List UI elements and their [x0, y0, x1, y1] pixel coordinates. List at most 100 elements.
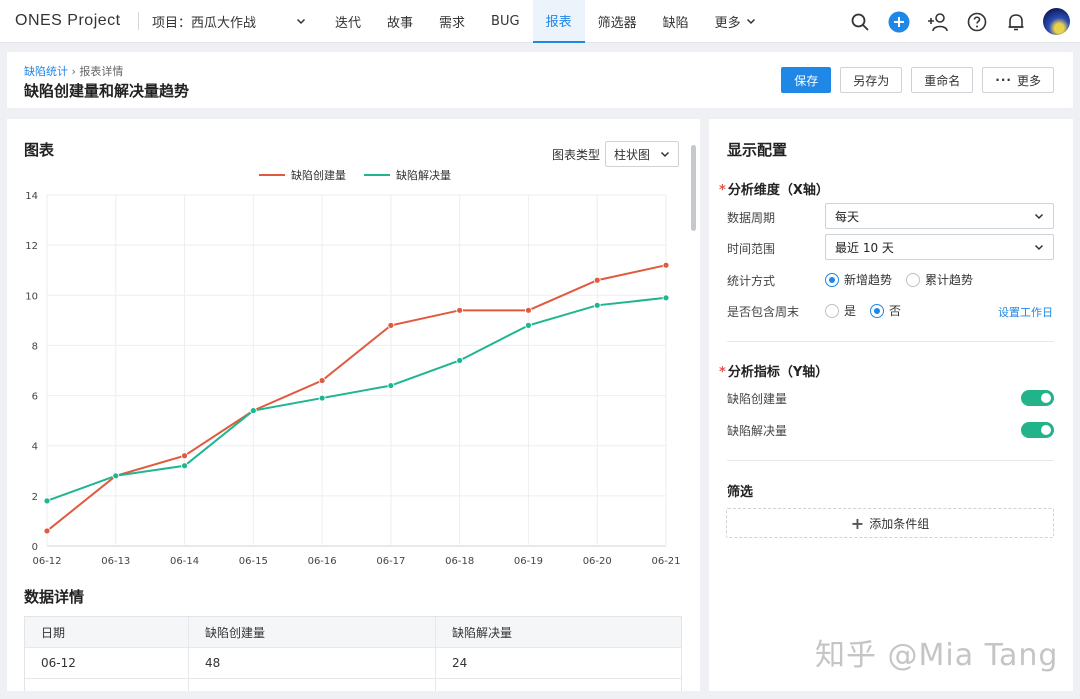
filter-section: 筛选: [727, 485, 754, 500]
method-cumulative-label: 累计趋势: [925, 273, 974, 287]
chart-type-select[interactable]: 柱状图: [605, 141, 680, 167]
nav-tab-filter[interactable]: 筛选器: [585, 0, 650, 43]
x-tick-label: 06-12: [32, 556, 61, 567]
legend-item-created[interactable]: 缺陷创建量: [259, 167, 346, 183]
weekend-yes-radio[interactable]: 是: [825, 302, 856, 319]
data-point: [249, 407, 257, 415]
breadcrumb: 缺陷统计 › 报表详情: [24, 63, 123, 79]
project-selector[interactable]: 项目： 西瓜大作战: [139, 12, 314, 31]
metric-created-toggle[interactable]: [1021, 390, 1054, 406]
nav-tab-defect[interactable]: 缺陷: [650, 0, 702, 43]
x-tick-label: 06-13: [101, 556, 130, 567]
data-point: [525, 306, 532, 314]
method-label: 统计方式: [727, 274, 776, 288]
metric-created-label: 缺陷创建量: [727, 392, 788, 406]
nav-tab-requirement[interactable]: 需求: [426, 0, 478, 43]
series-line-0: [46, 264, 667, 532]
data-point: [662, 294, 670, 302]
legend-label-resolved: 缺陷解决量: [396, 169, 451, 182]
add-member-icon[interactable]: [926, 10, 950, 34]
x-tick-label: 06-16: [308, 556, 337, 567]
table-row: [25, 679, 681, 691]
help-icon[interactable]: [965, 10, 989, 34]
data-point: [662, 261, 670, 269]
weekend-label: 是否包含周末: [727, 305, 800, 319]
data-point: [456, 357, 464, 364]
y-tick-label: 14: [25, 191, 38, 202]
section-divider: [727, 460, 1054, 461]
y-axis-section: * 分析指标（Y轴）: [719, 361, 828, 380]
nav-tab-more[interactable]: 更多: [702, 0, 769, 43]
period-label: 数据周期: [727, 211, 776, 225]
header-actions: 保存 另存为 重命名 ··· 更多: [781, 67, 1054, 93]
range-label: 时间范围: [727, 242, 776, 256]
x-axis-section-label: 分析维度（X轴）: [727, 183, 829, 198]
metric-resolved-toggle[interactable]: [1021, 422, 1054, 438]
nav-tab-more-label: 更多: [714, 15, 741, 31]
legend-swatch-created: [259, 174, 285, 176]
nav-tab-iteration[interactable]: 迭代: [322, 0, 374, 43]
scrollbar[interactable]: [691, 145, 696, 231]
section-divider: [727, 341, 1054, 342]
method-new-radio[interactable]: 新增趋势: [825, 271, 892, 288]
search-icon[interactable]: [848, 10, 872, 34]
method-new-label: 新增趋势: [844, 273, 893, 287]
brand-logo[interactable]: ONES Project: [0, 12, 138, 30]
table-header-created: 缺陷创建量: [189, 617, 436, 647]
chart-card: 图表 图表类型 柱状图 缺陷创建量 缺陷解决量 0 2 4 6 8 10 12 14 06-12…: [7, 119, 700, 691]
table-cell-created: [189, 679, 436, 691]
config-title: 显示配置: [727, 141, 788, 159]
legend-label-created: 缺陷创建量: [291, 169, 346, 182]
chart-type-label: 图表类型: [552, 147, 601, 162]
method-cumulative-radio[interactable]: 累计趋势: [906, 271, 973, 288]
add-icon[interactable]: [887, 10, 911, 34]
weekend-radio-group: 是 否: [825, 302, 901, 319]
chevron-down-icon: [296, 18, 306, 25]
nav-tab-story[interactable]: 故事: [374, 0, 426, 43]
chart-legend: 缺陷创建量 缺陷解决量: [259, 167, 451, 183]
x-tick-label: 06-14: [170, 556, 199, 567]
more-dots-icon: ···: [995, 73, 1012, 87]
radio-checked-icon: [825, 272, 839, 287]
period-select[interactable]: 每天: [825, 203, 1054, 229]
table-header-date: 日期: [25, 617, 189, 647]
table-cell-date: 06-12: [25, 648, 189, 678]
set-workday-link[interactable]: 设置工作日: [998, 304, 1053, 320]
nav-tab-bug[interactable]: BUG: [478, 0, 533, 43]
legend-item-resolved[interactable]: 缺陷解决量: [364, 167, 451, 183]
table-row: 06-12 48 24: [25, 648, 681, 679]
more-button[interactable]: ··· 更多: [982, 67, 1054, 93]
save-button[interactable]: 保存: [781, 67, 832, 93]
table-cell-resolved: [436, 679, 681, 691]
breadcrumb-link[interactable]: 缺陷统计: [24, 65, 68, 78]
data-point: [181, 462, 188, 470]
data-table: 日期 缺陷创建量 缺陷解决量 06-12 48 24: [24, 616, 682, 691]
data-point: [181, 452, 188, 460]
page-title: 缺陷创建量和解决量趋势: [24, 82, 190, 100]
weekend-no-radio[interactable]: 否: [870, 302, 901, 319]
add-condition-group-label: 添加条件组: [869, 516, 930, 531]
radio-unchecked-icon: [906, 272, 921, 287]
save-as-button[interactable]: 另存为: [840, 67, 903, 93]
add-condition-group-button[interactable]: + 添加条件组: [726, 508, 1054, 538]
data-point: [318, 377, 326, 384]
rename-button[interactable]: 重命名: [911, 67, 974, 93]
y-tick-label: 2: [32, 492, 38, 503]
data-point: [387, 321, 395, 329]
legend-swatch-resolved: [364, 174, 390, 176]
chevron-down-icon: [660, 151, 670, 158]
project-label: 项目：: [152, 15, 192, 31]
top-nav: ONES Project 项目： 西瓜大作战 迭代 故事 需求 BUG 报表 筛…: [0, 0, 1080, 43]
range-value: 最近 10 天: [835, 240, 894, 255]
bell-icon[interactable]: [1004, 10, 1028, 34]
nav-tab-report[interactable]: 报表: [532, 0, 585, 43]
avatar[interactable]: [1043, 8, 1070, 35]
period-value: 每天: [835, 209, 860, 224]
y-tick-label: 0: [32, 542, 38, 553]
method-radio-group: 新增趋势 累计趋势: [825, 271, 973, 288]
metric-resolved-label: 缺陷解决量: [727, 424, 788, 438]
y-tick-label: 12: [25, 241, 38, 252]
range-select[interactable]: 最近 10 天: [825, 234, 1054, 260]
weekend-no-label: 否: [889, 304, 902, 318]
project-name: 西瓜大作战: [191, 15, 257, 31]
